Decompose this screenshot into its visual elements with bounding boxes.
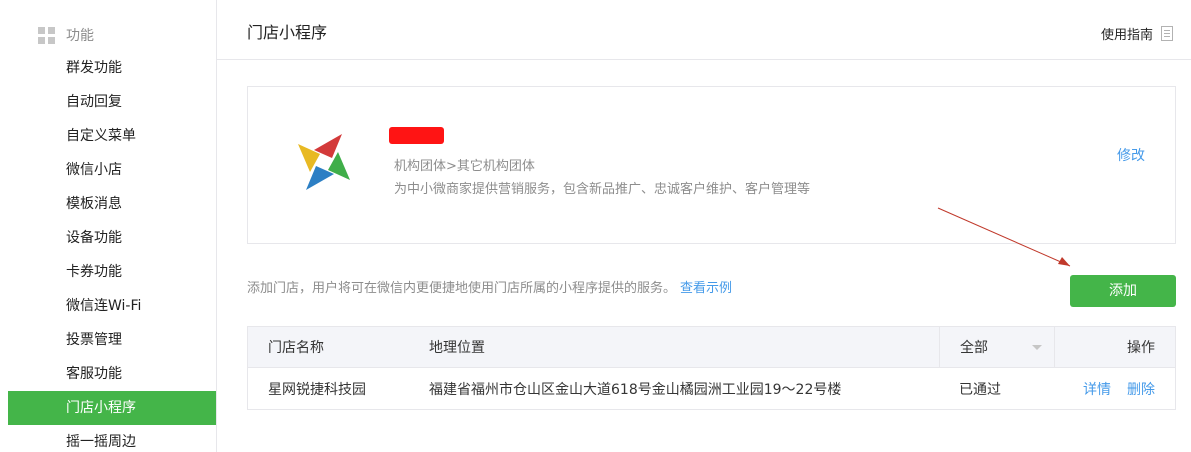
chevron-down-icon (1032, 344, 1042, 350)
col-actions: 操作 (1127, 340, 1155, 356)
col-location: 地理位置 (429, 340, 485, 356)
store-name: 星网锐捷科技园 (268, 381, 366, 398)
row-actions: 详情 删除 (1055, 379, 1175, 399)
store-status-text: 已通过 (959, 381, 1001, 398)
sidebar-item-customer-service[interactable]: 客服功能 (8, 357, 216, 391)
account-category: 机构团体>其它机构团体 (394, 159, 535, 174)
sidebar-item-shake[interactable]: 摇一摇周边 (8, 425, 216, 452)
redacted-account-name (389, 127, 444, 144)
hint-text: 添加门店，用户将可在微信内更便捷地使用门店所属的小程序提供的服务。 (247, 281, 677, 296)
user-guide-label: 使用指南 (1100, 28, 1153, 43)
add-store-hint: 添加门店，用户将可在微信内更便捷地使用门店所属的小程序提供的服务。 查看示例 (247, 277, 732, 296)
table-header: 门店名称 地理位置 全部 操作 (248, 326, 1175, 368)
sidebar-item-vote[interactable]: 投票管理 (8, 323, 216, 357)
sidebar-item-wechat-shop[interactable]: 微信小店 (8, 153, 216, 187)
brand-logo (298, 134, 350, 190)
sidebar-menu: 群发功能 自动回复 自定义菜单 微信小店 模板消息 设备功能 卡券功能 微信连W… (8, 51, 216, 452)
sidebar-item-store-miniprogram[interactable]: 门店小程序 (8, 391, 216, 425)
sidebar-item-mass-send[interactable]: 群发功能 (8, 51, 216, 85)
status-filter-dropdown[interactable]: 全部 (939, 326, 1055, 368)
page-header: 门店小程序 使用指南 (217, 0, 1191, 60)
sidebar-item-template-message[interactable]: 模板消息 (8, 187, 216, 221)
sidebar-item-custom-menu[interactable]: 自定义菜单 (8, 119, 216, 153)
sidebar-section-header: 功能 (38, 25, 94, 45)
page-title: 门店小程序 (247, 23, 328, 42)
sidebar-section-label: 功能 (66, 28, 94, 44)
sidebar-item-coupons[interactable]: 卡券功能 (8, 255, 216, 289)
store-status: 已通过 (939, 368, 1055, 409)
detail-link[interactable]: 详情 (1083, 382, 1111, 398)
add-store-button[interactable]: 添加 (1070, 275, 1176, 307)
sidebar-item-wifi[interactable]: 微信连Wi-Fi (8, 289, 216, 323)
sidebar-item-auto-reply[interactable]: 自动回复 (8, 85, 216, 119)
table-row: 星网锐捷科技园 福建省福州市仓山区金山大道618号金山橘园洲工业园19～22号楼… (248, 368, 1175, 409)
col-store-name: 门店名称 (268, 340, 324, 356)
sidebar-item-device[interactable]: 设备功能 (8, 221, 216, 255)
account-description: 为中小微商家提供营销服务，包含新品推广、忠诚客户维护、客户管理等 (394, 182, 811, 197)
document-icon (1161, 26, 1173, 41)
grid-icon (38, 26, 55, 44)
delete-link[interactable]: 删除 (1127, 382, 1155, 398)
store-table: 门店名称 地理位置 全部 操作 星网锐捷科技园 福建省福州市仓山区金山大道618… (247, 326, 1176, 410)
store-location: 福建省福州市仓山区金山大道618号金山橘园洲工业园19～22号楼 (429, 381, 842, 398)
edit-link[interactable]: 修改 (1117, 145, 1145, 165)
sidebar: 功能 群发功能 自动回复 自定义菜单 微信小店 模板消息 设备功能 卡券功能 微… (0, 0, 217, 452)
user-guide-link[interactable]: 使用指南 (1101, 24, 1173, 43)
status-filter-value: 全部 (960, 340, 988, 356)
annotation-arrow (937, 207, 1071, 267)
view-example-link[interactable]: 查看示例 (680, 281, 732, 296)
